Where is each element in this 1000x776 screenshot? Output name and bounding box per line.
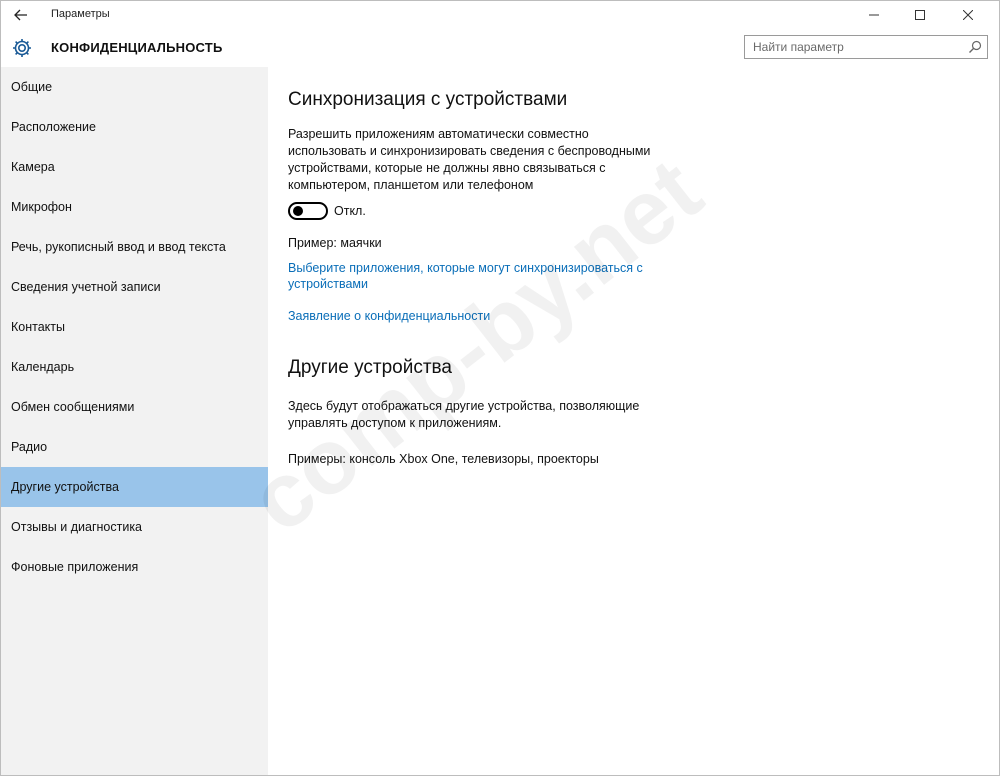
- sidebar-item-contacts[interactable]: Контакты: [1, 307, 268, 347]
- sidebar-item-microphone[interactable]: Микрофон: [1, 187, 268, 227]
- close-button[interactable]: [945, 1, 991, 29]
- sync-toggle-state: Откл.: [334, 204, 366, 218]
- sidebar-item-feedback-diagnostics[interactable]: Отзывы и диагностика: [1, 507, 268, 547]
- back-button[interactable]: [7, 3, 35, 27]
- search-icon: [969, 40, 982, 53]
- main-content: Синхронизация с устройствами Разрешить п…: [288, 67, 978, 767]
- search-box[interactable]: [744, 35, 988, 59]
- privacy-statement-link[interactable]: Заявление о конфиденциальности: [288, 308, 490, 324]
- close-icon: [963, 10, 973, 20]
- sync-example: Пример: маячки: [288, 236, 382, 250]
- sidebar-item-background-apps[interactable]: Фоновые приложения: [1, 547, 268, 587]
- window-title: Параметры: [51, 8, 110, 20]
- choose-apps-link[interactable]: Выберите приложения, которые могут синхр…: [288, 260, 658, 292]
- page-header: КОНФИДЕНЦИАЛЬНОСТЬ: [1, 29, 999, 67]
- sync-toggle[interactable]: [288, 202, 328, 220]
- maximize-button[interactable]: [897, 1, 943, 29]
- sync-description: Разрешить приложениям автоматически совм…: [288, 127, 651, 192]
- sidebar-item-camera[interactable]: Камера: [1, 147, 268, 187]
- sidebar-item-calendar[interactable]: Календарь: [1, 347, 268, 387]
- sidebar-item-speech[interactable]: Речь, рукописный ввод и ввод текста: [1, 227, 268, 267]
- sidebar-item-messaging[interactable]: Обмен сообщениями: [1, 387, 268, 427]
- sidebar-item-account-info[interactable]: Сведения учетной записи: [1, 267, 268, 307]
- other-devices-heading: Другие устройства: [288, 357, 452, 378]
- maximize-icon: [915, 10, 925, 20]
- sidebar-nav: Общие Расположение Камера Микрофон Речь,…: [1, 67, 268, 775]
- sidebar-item-general[interactable]: Общие: [1, 67, 268, 107]
- other-devices-description: Здесь будут отображаться другие устройст…: [288, 399, 640, 430]
- search-input[interactable]: [745, 36, 963, 58]
- page-title: КОНФИДЕНЦИАЛЬНОСТЬ: [51, 40, 223, 55]
- other-devices-examples: Примеры: консоль Xbox One, телевизоры, п…: [288, 452, 599, 466]
- sync-heading: Синхронизация с устройствами: [288, 89, 568, 110]
- gear-icon: [13, 39, 31, 57]
- minimize-icon: [869, 14, 879, 16]
- settings-window: Параметры КОНФИДЕНЦИАЛЬНОСТЬ Найти парам…: [0, 0, 1000, 776]
- back-arrow-icon: [14, 9, 27, 21]
- title-bar: Параметры: [1, 1, 999, 29]
- search-button[interactable]: [967, 39, 983, 55]
- sidebar-item-other-devices[interactable]: Другие устройства: [1, 467, 268, 507]
- sidebar-item-location[interactable]: Расположение: [1, 107, 268, 147]
- toggle-knob: [293, 206, 303, 216]
- minimize-button[interactable]: [851, 1, 897, 29]
- sidebar-item-radio[interactable]: Радио: [1, 427, 268, 467]
